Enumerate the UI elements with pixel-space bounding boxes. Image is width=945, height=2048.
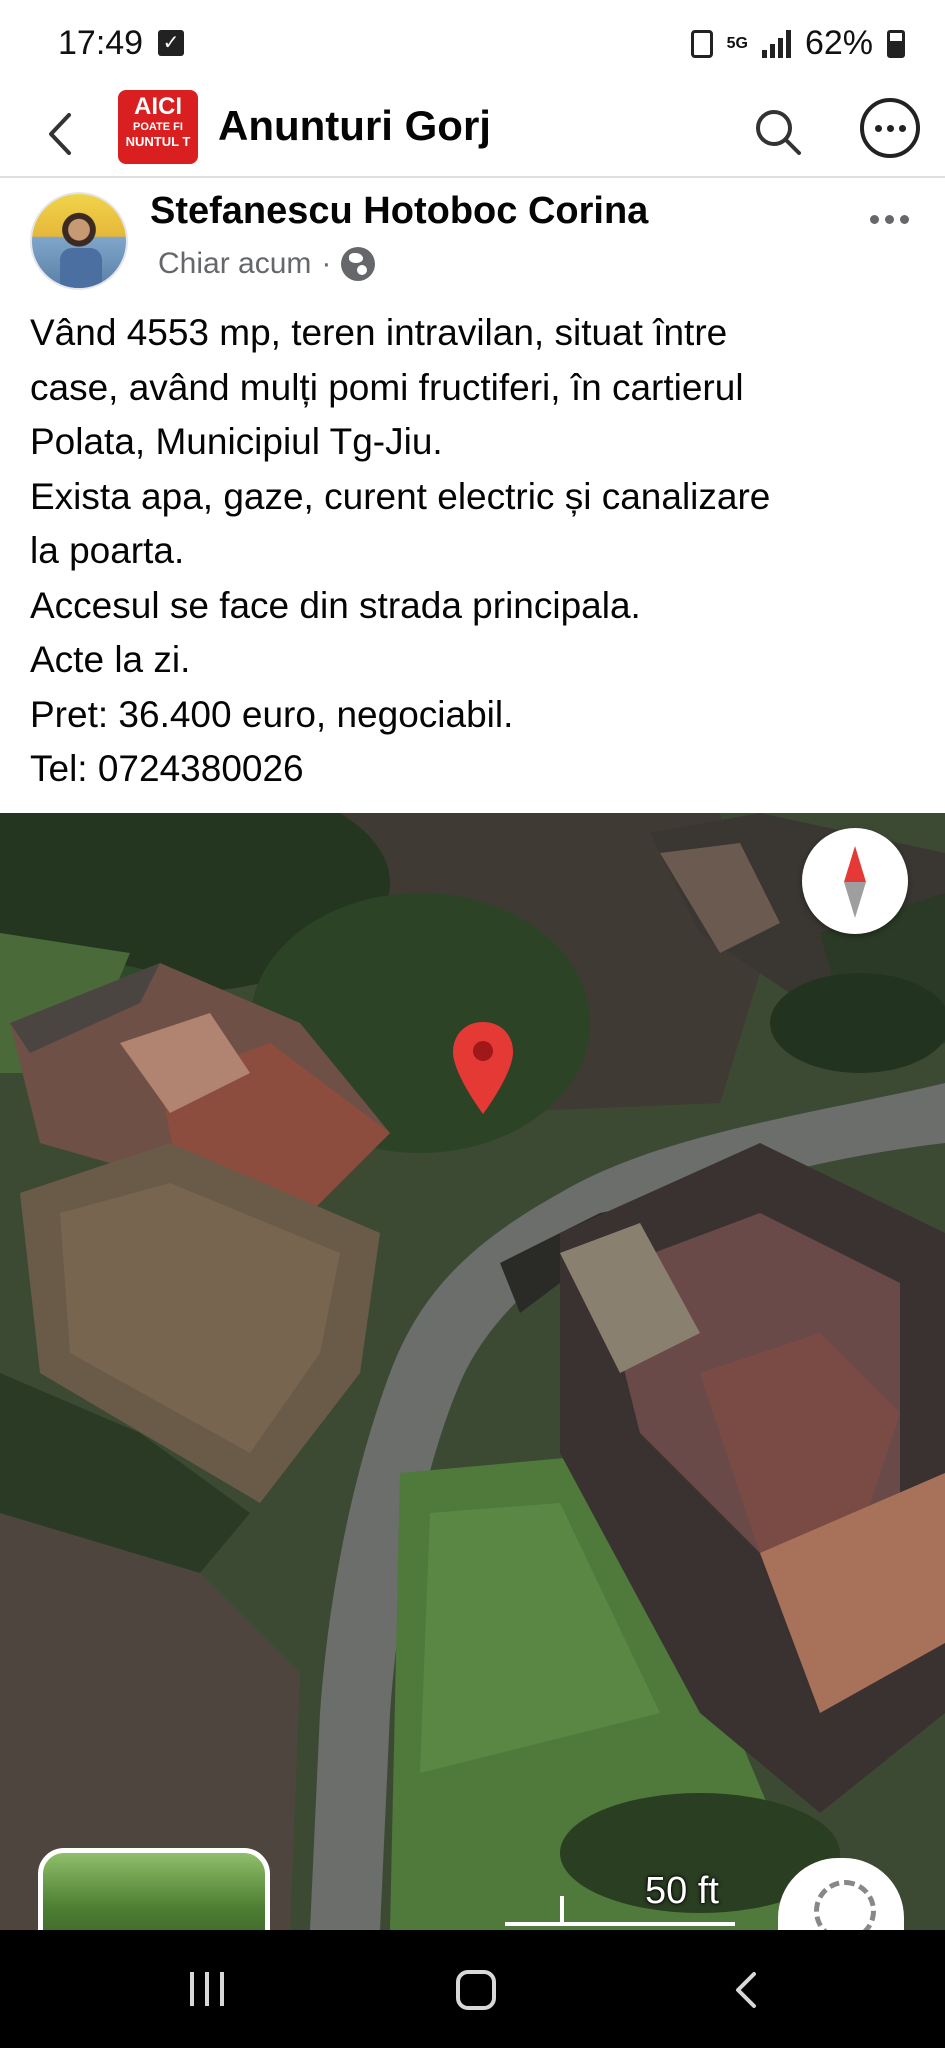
post-line: Exista apa, gaze, curent electric și can… [30, 475, 771, 517]
search-icon [756, 110, 801, 155]
post-line: Polata, Municipiul Tg-Jiu. [30, 421, 443, 462]
scale-bar [505, 1922, 735, 1926]
recents-icon [190, 1972, 194, 2006]
group-logo[interactable]: AICI POATE FI NUNTUL T [118, 90, 198, 164]
notification-check-icon: ✓ [158, 30, 184, 56]
recycle-lock-icon [690, 29, 713, 58]
battery-percent: 62% [804, 24, 873, 62]
compass-north-icon [844, 846, 866, 882]
post-line: Acte la zi. [30, 639, 191, 680]
post-line: Vând 4553 mp, teren intravilan, situat î… [30, 312, 728, 353]
search-button[interactable] [748, 102, 808, 162]
map-pin-icon[interactable] [450, 1020, 516, 1116]
system-nav-bar [0, 1930, 945, 2048]
satellite-map-drawing [0, 813, 945, 1930]
more-options-icon [874, 124, 882, 132]
status-bar: 17:49 ✓ 5G 62% [0, 0, 945, 90]
compass-south-icon [844, 882, 866, 918]
status-time: 17:49 [58, 24, 144, 62]
recents-button[interactable] [190, 1972, 224, 2006]
post-options-icon [869, 214, 879, 224]
scale-label: 50 ft [645, 1870, 719, 1912]
logo-line-1: AICI [134, 93, 182, 120]
back-arrow-icon [49, 113, 71, 155]
compass-button[interactable] [802, 828, 908, 934]
more-options-button[interactable] [860, 98, 920, 158]
post-options-button[interactable] [859, 204, 919, 234]
status-indicators: 5G 62% [690, 24, 905, 63]
meta-separator: · [321, 247, 332, 280]
post-image-satellite-map[interactable] [0, 813, 945, 1930]
group-title[interactable]: Anunturi Gorj [218, 100, 491, 152]
author-avatar[interactable] [30, 192, 128, 290]
signal-icon [761, 29, 791, 58]
group-header: AICI POATE FI NUNTUL T Anunturi Gorj [0, 90, 945, 178]
post-line: Accesul se face din strada principala. [30, 584, 641, 626]
post-text: Vând 4553 mp, teren intravilan, situat î… [30, 306, 920, 797]
network-type: 5G [726, 34, 748, 52]
logo-line-3: NUNTUL T [125, 134, 191, 149]
post-line: case, având mulți pomi fructiferi, în ca… [30, 366, 744, 408]
post-line: Tel: 0724380026 [30, 748, 304, 789]
author-name[interactable]: Stefanescu Hotoboc Corina [150, 188, 648, 234]
globe-icon [341, 247, 376, 281]
post-line: Pret: 36.400 euro, negociabil. [30, 693, 514, 735]
back-button[interactable] [30, 104, 90, 164]
post-header: Stefanescu Hotoboc Corina Chiar acum · [0, 180, 945, 290]
home-button[interactable] [456, 1970, 496, 2010]
post-line: la poarta. [30, 530, 185, 571]
nav-back-icon [736, 1972, 756, 2008]
post-timestamp[interactable]: Chiar acum [158, 246, 311, 282]
logo-line-2: POATE FI [133, 121, 183, 133]
post-meta: Chiar acum · [158, 246, 376, 282]
battery-icon [887, 29, 905, 58]
scale-tick [560, 1896, 564, 1924]
nav-back-button[interactable] [728, 1970, 768, 2010]
